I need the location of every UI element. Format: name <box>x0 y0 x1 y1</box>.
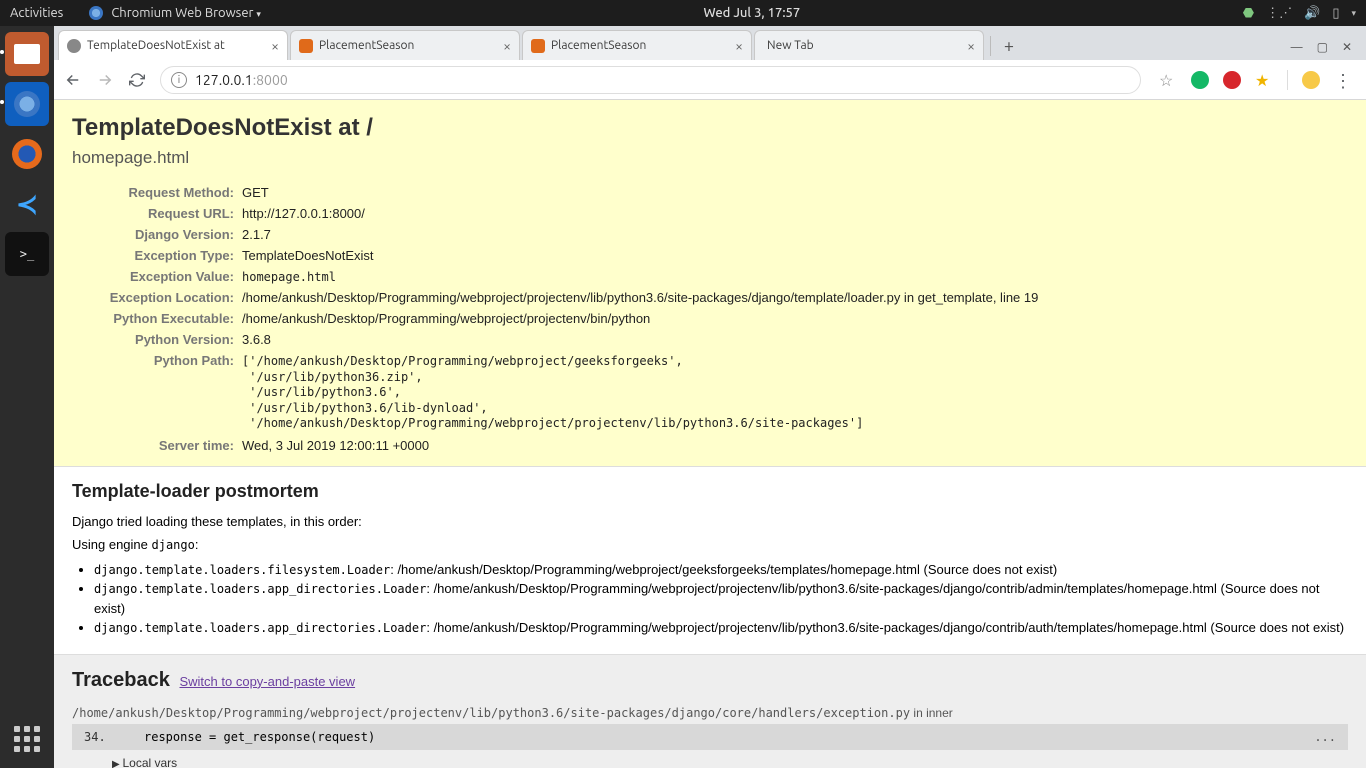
tab-3[interactable]: New Tab × <box>754 30 984 60</box>
app-menu[interactable]: Chromium Web Browser ▾ <box>111 6 261 20</box>
tab-title: TemplateDoesNotExist at <box>87 39 265 52</box>
traceback-heading: Traceback <box>72 669 170 691</box>
frame-func: inner <box>926 706 953 720</box>
globe-icon <box>67 39 81 53</box>
browser-menu-button[interactable]: ⋮ <box>1334 71 1352 89</box>
volume-icon[interactable]: 🔊 <box>1304 6 1320 21</box>
postmortem-section: Template-loader postmortem Django tried … <box>54 467 1366 655</box>
tab-strip: TemplateDoesNotExist at × PlacementSeason… <box>54 26 1366 60</box>
favicon-icon <box>299 39 313 53</box>
tab-1[interactable]: PlacementSeason × <box>290 30 520 60</box>
address-bar[interactable]: i 127.0.0.1:8000 <box>160 66 1141 94</box>
clock[interactable]: Wed Jul 3, 17:57 <box>704 6 801 20</box>
dock: ≺ >_ <box>0 26 54 768</box>
postmortem-list: django.template.loaders.filesystem.Loade… <box>94 560 1348 638</box>
close-icon[interactable]: × <box>503 38 511 54</box>
extension-green-icon[interactable] <box>1191 71 1209 89</box>
meta-val: GET <box>242 182 1038 203</box>
back-button[interactable] <box>64 71 82 89</box>
activities-button[interactable]: Activities <box>10 6 63 20</box>
frame-file: /home/ankush/Desktop/Programming/webproj… <box>72 706 910 720</box>
favicon-icon <box>531 39 545 53</box>
tab-title: PlacementSeason <box>319 39 497 52</box>
dock-firefox[interactable] <box>5 132 49 176</box>
list-item: django.template.loaders.app_directories.… <box>94 579 1348 618</box>
dock-terminal[interactable]: >_ <box>5 232 49 276</box>
close-icon[interactable]: × <box>967 38 975 54</box>
postmortem-engine: Using engine django: <box>72 537 1348 552</box>
list-item: django.template.loaders.filesystem.Loade… <box>94 560 1348 580</box>
wifi-icon[interactable]: ⋮⋰ <box>1266 6 1292 21</box>
switch-view-link[interactable]: Switch to copy-and-paste view <box>179 674 355 689</box>
reload-button[interactable] <box>128 71 146 89</box>
meta-val: TemplateDoesNotExist <box>242 245 1038 266</box>
dock-vscode[interactable]: ≺ <box>5 182 49 226</box>
meta-key: Exception Value: <box>72 266 242 287</box>
battery-icon[interactable]: ▯ <box>1332 6 1339 21</box>
error-summary: TemplateDoesNotExist at / homepage.html … <box>54 100 1366 467</box>
meta-val: /home/ankush/Desktop/Programming/webproj… <box>242 308 1038 329</box>
meta-val: 2.1.7 <box>242 224 1038 245</box>
close-icon[interactable]: × <box>271 38 279 54</box>
new-tab-button[interactable]: + <box>995 32 1023 60</box>
separator <box>1287 70 1288 90</box>
meta-key: Python Version: <box>72 329 242 350</box>
url-text: 127.0.0.1:8000 <box>195 72 288 88</box>
maximize-button[interactable]: ▢ <box>1317 40 1328 54</box>
local-vars-toggle[interactable]: Local vars <box>112 756 1348 768</box>
browser-toolbar: i 127.0.0.1:8000 ☆ ★ ⋮ <box>54 60 1366 100</box>
meta-val: http://127.0.0.1:8000/ <box>242 203 1038 224</box>
extension-icons: ☆ ★ ⋮ <box>1155 70 1356 90</box>
system-menu-chevron-icon[interactable]: ▾ <box>1351 8 1356 19</box>
extension-red-icon[interactable] <box>1223 71 1241 89</box>
dock-chromium[interactable] <box>5 82 49 126</box>
meta-val: 3.6.8 <box>242 329 1038 350</box>
tab-2[interactable]: PlacementSeason × <box>522 30 752 60</box>
minimize-button[interactable]: — <box>1291 41 1303 54</box>
list-item: django.template.loaders.app_directories.… <box>94 618 1348 638</box>
postmortem-intro: Django tried loading these templates, in… <box>72 514 1348 529</box>
meta-key: Exception Location: <box>72 287 242 308</box>
show-applications[interactable] <box>12 724 42 754</box>
browser-window: TemplateDoesNotExist at × PlacementSeason… <box>54 26 1366 768</box>
meta-key: Server time: <box>72 435 242 456</box>
bookmark-star-icon[interactable]: ☆ <box>1159 71 1177 89</box>
error-subtitle: homepage.html <box>72 148 1348 168</box>
tab-title: New Tab <box>767 39 961 52</box>
frame-code[interactable]: 34. response = get_response(request)... <box>72 724 1348 750</box>
meta-key: Request Method: <box>72 182 242 203</box>
meta-key: Exception Type: <box>72 245 242 266</box>
meta-key: Request URL: <box>72 203 242 224</box>
meta-key: Python Executable: <box>72 308 242 329</box>
close-icon[interactable]: × <box>735 38 743 54</box>
forward-button[interactable] <box>96 71 114 89</box>
shield-icon[interactable]: ⬣ <box>1243 6 1254 21</box>
dock-files[interactable] <box>5 32 49 76</box>
meta-val: ['/home/ankush/Desktop/Programming/webpr… <box>242 350 1038 435</box>
site-info-icon[interactable]: i <box>171 72 187 88</box>
system-topbar: Activities Chromium Web Browser ▾ Wed Ju… <box>0 0 1366 26</box>
meta-val: homepage.html <box>242 266 1038 287</box>
meta-key: Django Version: <box>72 224 242 245</box>
error-meta-table: Request Method:GET Request URL:http://12… <box>72 182 1038 456</box>
meta-val: Wed, 3 Jul 2019 12:00:11 +0000 <box>242 435 1038 456</box>
error-title: TemplateDoesNotExist at / <box>72 114 1348 142</box>
traceback-frame: /home/ankush/Desktop/Programming/webproj… <box>72 706 1348 768</box>
traceback-section: Traceback Switch to copy-and-paste view … <box>54 655 1366 768</box>
extension-face-icon[interactable] <box>1302 71 1320 89</box>
meta-key: Python Path: <box>72 350 242 435</box>
tab-title: PlacementSeason <box>551 39 729 52</box>
tab-0[interactable]: TemplateDoesNotExist at × <box>58 30 288 60</box>
chromium-icon <box>89 6 103 20</box>
page-content: TemplateDoesNotExist at / homepage.html … <box>54 100 1366 768</box>
postmortem-heading: Template-loader postmortem <box>72 481 1348 502</box>
close-window-button[interactable]: ✕ <box>1342 40 1352 54</box>
meta-val: /home/ankush/Desktop/Programming/webproj… <box>242 287 1038 308</box>
extension-star-icon[interactable]: ★ <box>1255 71 1273 89</box>
